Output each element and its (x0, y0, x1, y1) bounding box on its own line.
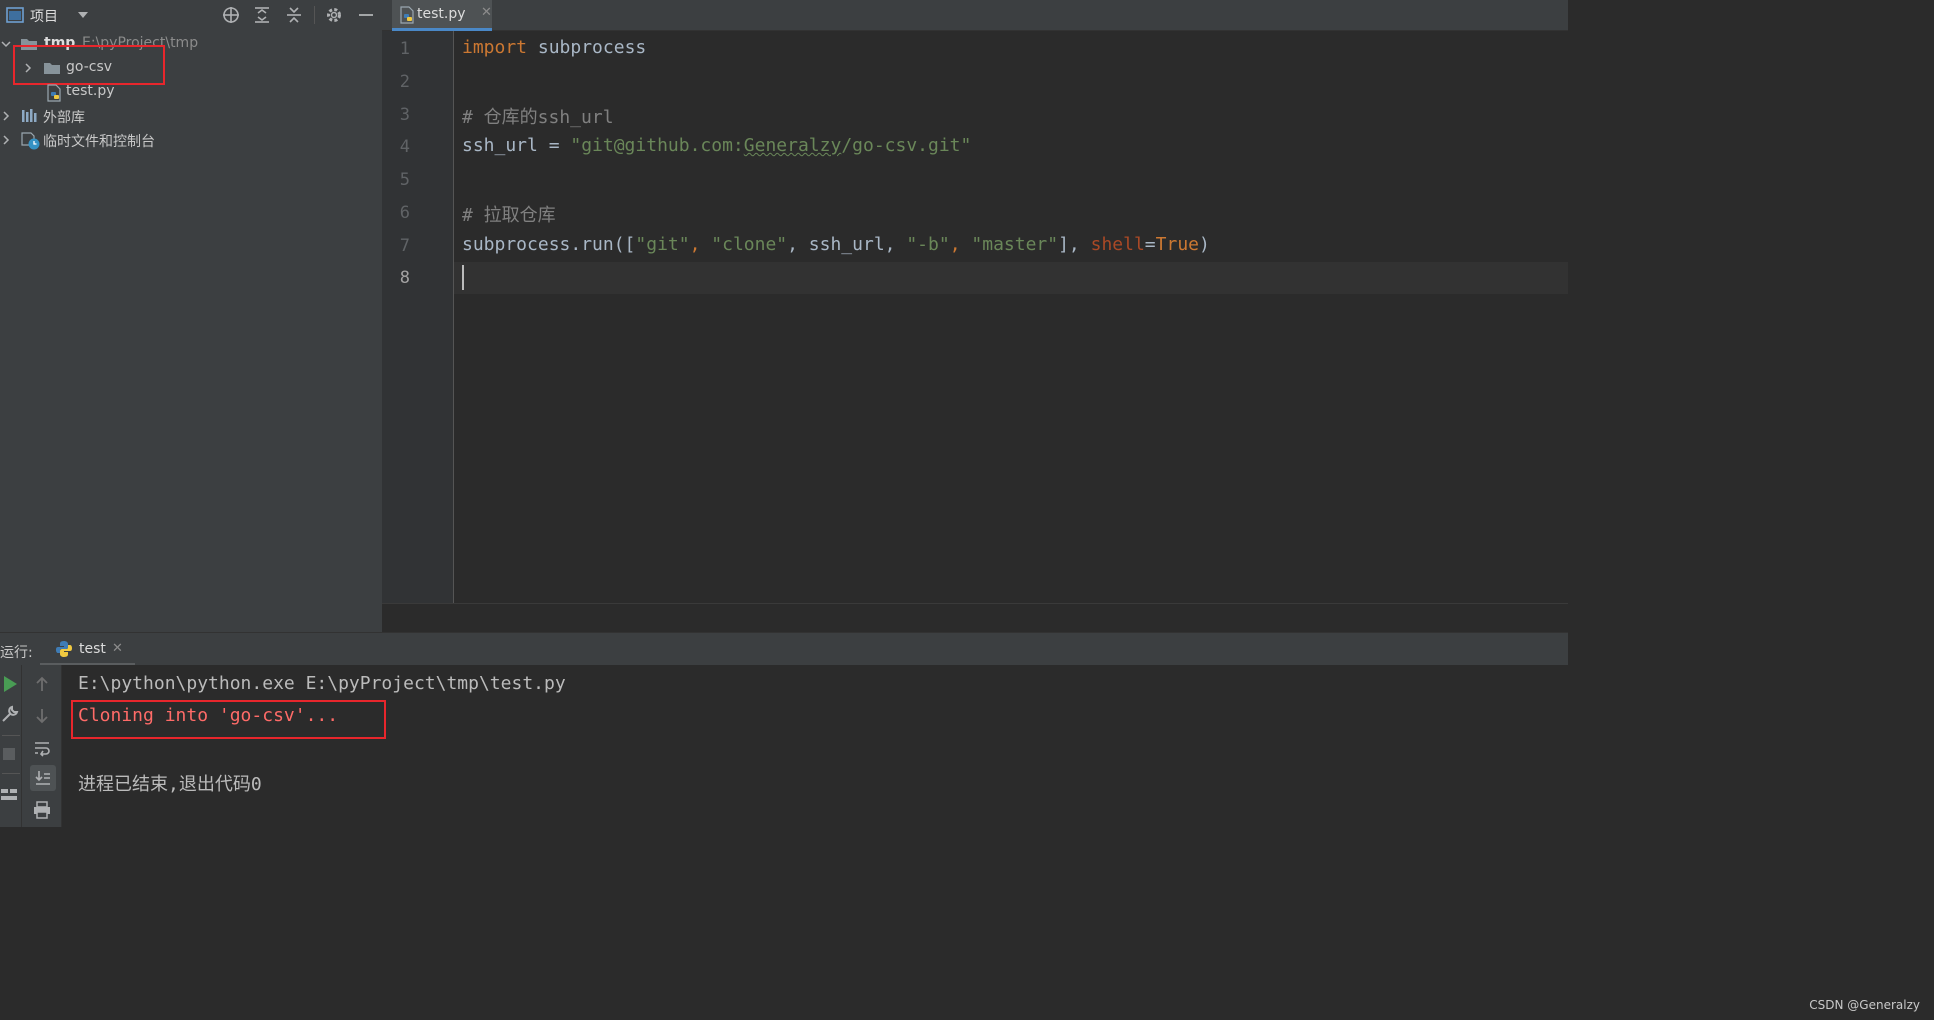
code-line-6[interactable]: # 拉取仓库 (462, 201, 556, 227)
tab-close-icon[interactable]: ✕ (481, 5, 492, 20)
line-number: 7 (399, 236, 410, 256)
line-number: 5 (399, 170, 410, 190)
collapse-all-icon[interactable] (284, 5, 304, 25)
code-text: subprocess (527, 37, 647, 58)
gear-icon[interactable] (324, 5, 344, 25)
run-console[interactable]: E:\python\python.exe E:\pyProject\tmp\te… (62, 665, 1568, 827)
chevron-down-icon[interactable] (0, 38, 12, 50)
python-logo-icon (56, 641, 72, 657)
keyword: import (462, 37, 528, 58)
header-divider (314, 6, 315, 24)
line-number: 2 (399, 72, 410, 92)
stop-icon[interactable] (2, 747, 16, 761)
project-window-icon[interactable] (6, 6, 24, 24)
code-text: = (1144, 234, 1156, 255)
run-tab-close-icon[interactable]: ✕ (112, 641, 123, 656)
string-literal: /go-csv.git" (841, 135, 972, 156)
expand-all-icon[interactable] (252, 5, 272, 25)
tree-row-scratches[interactable]: 临时文件和控制台 (0, 128, 382, 152)
code-line-7[interactable]: subprocess.run(["git", "clone", ssh_url,… (462, 234, 1210, 255)
console-command-line: E:\python\python.exe E:\pyProject\tmp\te… (78, 673, 566, 694)
code-text: ssh_url = (462, 135, 571, 156)
run-tab-label: test (79, 641, 106, 657)
code-line-3[interactable]: # 仓库的ssh_url (462, 103, 614, 129)
punctuation: , (949, 234, 972, 255)
keyword: True (1155, 234, 1199, 255)
dropdown-arrow-icon[interactable] (76, 8, 90, 22)
code-line-1[interactable]: import subprocess (462, 37, 646, 58)
chevron-right-icon[interactable] (0, 134, 12, 146)
string-literal: "-b" (906, 234, 950, 255)
tree-row-external-libraries[interactable]: 外部库 (0, 104, 382, 128)
layout-icon[interactable] (0, 787, 18, 803)
scroll-to-end-icon (35, 771, 50, 785)
tree-item-label: 临时文件和控制台 (43, 134, 155, 150)
string-literal: "git@github.com: (570, 135, 744, 156)
code-text: ) (1199, 234, 1210, 255)
code-text: ], (1058, 234, 1091, 255)
run-toolbar-primary (0, 665, 22, 827)
line-number-current: 8 (399, 268, 410, 288)
python-file-icon (400, 6, 414, 24)
current-line-highlight (454, 262, 1568, 294)
line-number: 6 (399, 203, 410, 223)
string-literal: "master" (971, 234, 1059, 255)
tree-item-label: test.py (66, 83, 115, 99)
minimize-icon[interactable] (356, 5, 376, 25)
print-icon[interactable] (33, 801, 51, 819)
tab-test-py[interactable]: test.py ✕ (392, 0, 492, 31)
tab-label: test.py (417, 6, 466, 22)
watermark: CSDN @Generalzy (1809, 998, 1920, 1012)
keyword-argument: shell (1090, 234, 1145, 255)
line-number: 4 (399, 137, 410, 157)
locate-file-icon[interactable] (221, 5, 241, 25)
editor-tab-bar: test.py ✕ (382, 0, 1568, 31)
console-exit-line: 进程已结束,退出代码0 (78, 774, 262, 795)
code-text: , ssh_url, (787, 234, 907, 255)
text-caret (462, 265, 464, 290)
toolbar-divider (2, 735, 20, 736)
editor-bottom-area (382, 603, 1568, 632)
tree-row-test-py[interactable]: test.py (0, 80, 382, 104)
line-number-gutter: 1 2 3 4 5 6 7 8 (382, 31, 454, 603)
run-toolbar-secondary (22, 665, 62, 827)
project-panel: 项目 tmp E:\pyProject\tmp go-csv test.py 外… (0, 0, 382, 632)
toolbar-divider (2, 773, 20, 774)
punctuation: , (689, 234, 712, 255)
python-file-icon (47, 84, 61, 102)
library-icon (22, 109, 37, 122)
project-header: 项目 (0, 0, 382, 30)
string-literal: "clone" (711, 234, 788, 255)
scroll-to-end-toggle[interactable] (30, 765, 56, 791)
project-title[interactable]: 项目 (30, 6, 58, 26)
line-number: 3 (399, 105, 410, 125)
code-editor[interactable]: import subprocess # 仓库的ssh_url ssh_url =… (454, 31, 1568, 603)
tree-item-label: 外部库 (43, 110, 85, 126)
scratch-clock-icon (21, 132, 40, 150)
highlight-box-go-csv (13, 45, 165, 85)
run-panel-label: 运行: (0, 645, 33, 661)
code-line-4[interactable]: ssh_url = "git@github.com:Generalzy/go-c… (462, 135, 971, 156)
wrench-icon[interactable] (1, 705, 19, 723)
tab-run-test[interactable]: test ✕ (40, 633, 135, 666)
code-text: subprocess.run([ (462, 234, 636, 255)
arrow-up-icon[interactable] (34, 675, 50, 693)
soft-wrap-icon[interactable] (33, 739, 51, 757)
rerun-play-icon[interactable] (2, 675, 18, 693)
chevron-right-icon[interactable] (0, 110, 12, 122)
run-panel-header: 运行: test ✕ (0, 632, 1568, 666)
highlight-box-output (71, 700, 386, 739)
arrow-down-icon[interactable] (34, 707, 50, 725)
line-number: 1 (399, 39, 410, 59)
string-literal: "git" (635, 234, 690, 255)
typo-underlined-word: Generalzy (743, 135, 842, 156)
